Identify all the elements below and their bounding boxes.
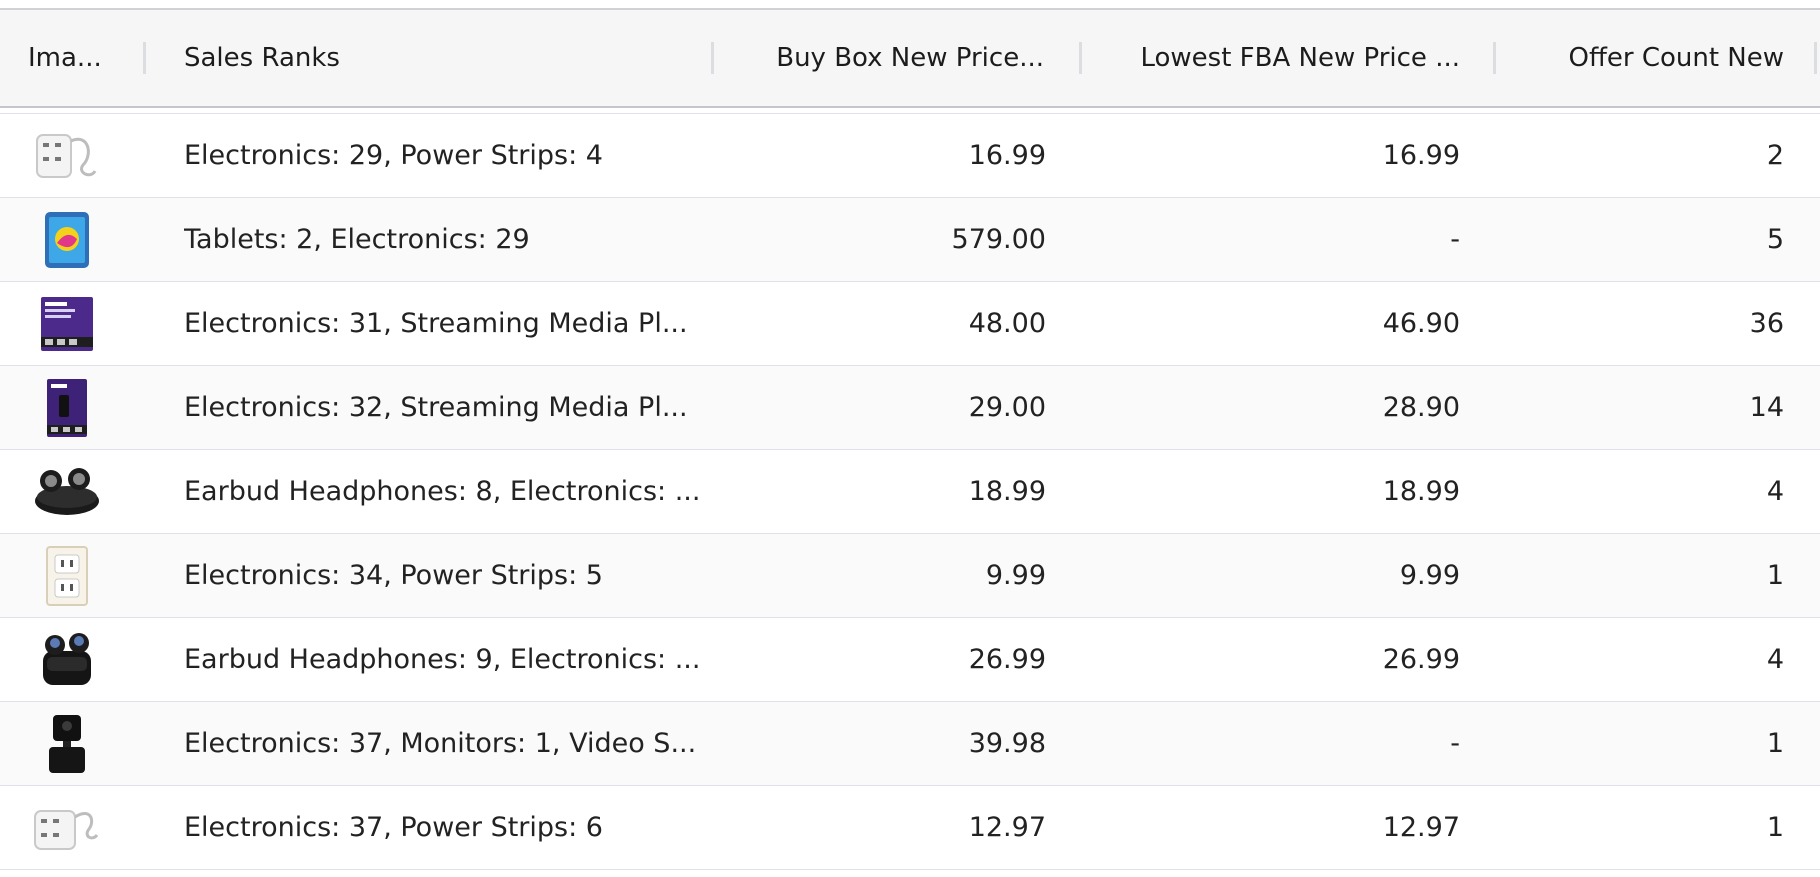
product-image-cell (30, 702, 102, 785)
table-row[interactable]: Electronics: 29, Power Strips: 4 16.99 1… (0, 114, 1820, 198)
column-header-image[interactable]: Ima... (28, 10, 102, 106)
column-header-offer-count-new[interactable]: Offer Count New (1520, 10, 1784, 106)
product-image-cell (30, 450, 102, 533)
offer-count-cell: 1 (1766, 728, 1784, 759)
sales-rank-cell: Electronics: 34, Power Strips: 5 (184, 560, 603, 591)
column-header-sales-ranks[interactable]: Sales Ranks (184, 10, 584, 106)
power-strip-thumbnail (30, 122, 102, 190)
lowest-fba-price-cell: - (1450, 728, 1460, 759)
table-header: Ima... Sales Ranks Buy Box New Price... … (0, 10, 1820, 108)
offer-count-cell: 5 (1766, 224, 1784, 255)
buy-box-price-cell: 579.00 (951, 224, 1046, 255)
table-row[interactable]: Electronics: 37, Power Strips: 6 12.97 1… (0, 786, 1820, 870)
column-header-buy-box-new-price[interactable]: Buy Box New Price... (740, 10, 1044, 106)
product-image-cell (30, 366, 102, 449)
lowest-fba-price-cell: 28.90 (1382, 392, 1460, 423)
streaming-device-box-thumbnail (30, 374, 102, 442)
lowest-fba-price-cell: - (1450, 224, 1460, 255)
table-row[interactable]: Electronics: 34, Power Strips: 5 9.99 9.… (0, 534, 1820, 618)
buy-box-price-cell: 9.99 (985, 560, 1046, 591)
offer-count-cell: 1 (1766, 812, 1784, 843)
buy-box-price-cell: 18.99 (968, 476, 1046, 507)
product-image-cell (30, 786, 102, 869)
product-image-cell (30, 282, 102, 365)
sales-rank-cell: Electronics: 32, Streaming Media Pl... (184, 392, 688, 423)
sales-rank-cell: Electronics: 37, Monitors: 1, Video S... (184, 728, 697, 759)
offer-count-cell: 14 (1749, 392, 1784, 423)
table-body: Electronics: 29, Power Strips: 4 16.99 1… (0, 114, 1820, 870)
product-image-cell (30, 198, 102, 281)
streaming-stick-box-thumbnail (30, 290, 102, 358)
offer-count-cell: 2 (1766, 140, 1784, 171)
table-row[interactable]: Earbud Headphones: 8, Electronics: ... 1… (0, 450, 1820, 534)
buy-box-price-cell: 12.97 (968, 812, 1046, 843)
offer-count-cell: 4 (1766, 644, 1784, 675)
product-image-cell (30, 534, 102, 617)
lowest-fba-price-cell: 18.99 (1382, 476, 1460, 507)
buy-box-price-cell: 39.98 (968, 728, 1046, 759)
table-row[interactable]: Electronics: 32, Streaming Media Pl... 2… (0, 366, 1820, 450)
table-row[interactable]: Electronics: 31, Streaming Media Pl... 4… (0, 282, 1820, 366)
column-resize-handle[interactable] (711, 42, 714, 74)
sales-rank-cell: Electronics: 31, Streaming Media Pl... (184, 308, 688, 339)
power-strip-thumbnail (30, 794, 102, 862)
column-resize-handle[interactable] (1493, 42, 1496, 74)
table-row[interactable]: Earbud Headphones: 9, Electronics: ... 2… (0, 618, 1820, 702)
table-row[interactable]: Tablets: 2, Electronics: 29 579.00 - 5 (0, 198, 1820, 282)
column-resize-handle[interactable] (1814, 42, 1817, 74)
buy-box-price-cell: 29.00 (968, 392, 1046, 423)
buy-box-price-cell: 16.99 (968, 140, 1046, 171)
buy-box-price-cell: 26.99 (968, 644, 1046, 675)
earbuds-case-thumbnail (30, 626, 102, 694)
sales-rank-cell: Electronics: 29, Power Strips: 4 (184, 140, 603, 171)
earbuds-thumbnail (30, 458, 102, 526)
product-image-cell (30, 618, 102, 701)
offer-count-cell: 36 (1749, 308, 1784, 339)
sales-rank-cell: Tablets: 2, Electronics: 29 (184, 224, 530, 255)
column-resize-handle[interactable] (143, 42, 146, 74)
table-row[interactable]: Electronics: 37, Monitors: 1, Video S...… (0, 702, 1820, 786)
lowest-fba-price-cell: 26.99 (1382, 644, 1460, 675)
offer-count-cell: 1 (1766, 560, 1784, 591)
product-image-cell (30, 114, 102, 197)
offer-count-cell: 4 (1766, 476, 1784, 507)
sales-rank-cell: Earbud Headphones: 8, Electronics: ... (184, 476, 701, 507)
lowest-fba-price-cell: 12.97 (1382, 812, 1460, 843)
camera-thumbnail (30, 710, 102, 778)
lowest-fba-price-cell: 16.99 (1382, 140, 1460, 171)
buy-box-price-cell: 48.00 (968, 308, 1046, 339)
sales-rank-cell: Electronics: 37, Power Strips: 6 (184, 812, 603, 843)
column-resize-handle[interactable] (1079, 42, 1082, 74)
lowest-fba-price-cell: 46.90 (1382, 308, 1460, 339)
lowest-fba-price-cell: 9.99 (1399, 560, 1460, 591)
wall-outlet-thumbnail (30, 542, 102, 610)
sales-rank-cell: Earbud Headphones: 9, Electronics: ... (184, 644, 701, 675)
tablet-thumbnail (30, 206, 102, 274)
column-header-lowest-fba-new-price[interactable]: Lowest FBA New Price ... (1110, 10, 1460, 106)
